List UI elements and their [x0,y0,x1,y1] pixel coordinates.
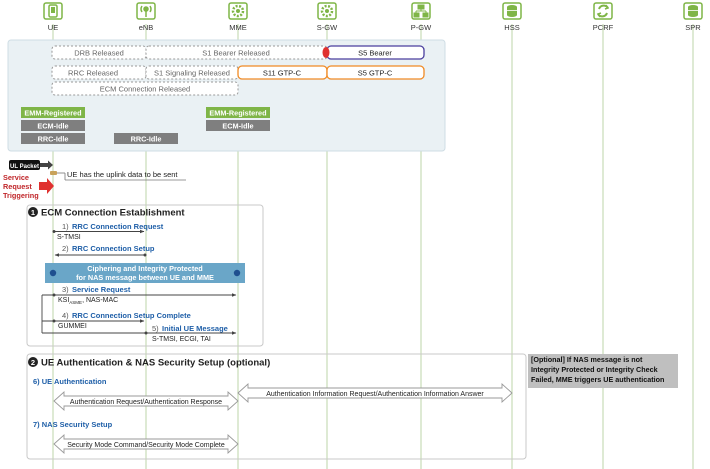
svg-text:eNB: eNB [139,23,154,32]
svg-text:DRB Released: DRB Released [74,49,124,58]
svg-text:2): 2) [62,244,69,253]
trigger-area: UL Packet UE has the uplink data to be s… [3,160,186,200]
svg-text:3): 3) [62,285,69,294]
svg-text:RRC Connection Request: RRC Connection Request [72,222,164,231]
svg-text:Authentication Information Req: Authentication Information Request/Authe… [266,391,484,398]
svg-text:KSIASME, NAS-MAC: KSIASME, NAS-MAC [58,297,118,305]
message-authentication-information: Authentication Information Request/Authe… [237,382,513,404]
svg-text:ECM-Idle: ECM-Idle [222,122,253,131]
svg-text:RRC-Idle: RRC-Idle [38,135,69,144]
database-icon [688,5,698,17]
svg-text:RRC Connection Setup: RRC Connection Setup [72,244,155,253]
entity-sgw: S-GW [317,2,338,32]
entity-hss: HSS [502,2,522,32]
svg-text:EMM-Registered: EMM-Registered [24,109,81,118]
svg-text:Service Request: Service Request [72,285,131,294]
svg-text:S-TMSI, ECGI, TAI: S-TMSI, ECGI, TAI [152,336,211,343]
svg-text:S1 Bearer Released: S1 Bearer Released [202,49,270,58]
svg-text:EMM-Registered: EMM-Registered [209,109,266,118]
svg-text:5): 5) [152,324,159,333]
svg-text:7) NAS Security Setup: 7) NAS Security Setup [33,420,113,429]
svg-text:RRC Connection Setup Complete: RRC Connection Setup Complete [72,311,191,320]
entity-spr: SPR [683,2,703,32]
svg-text:Security Mode Command/Security: Security Mode Command/Security Mode Comp… [67,442,225,449]
svg-text:RRC Released: RRC Released [68,69,118,78]
sequence-diagram: UE eNB MME S-GW P-GW HSS PCRF SPR DRB Re… [3,2,703,469]
svg-text:UE: UE [48,23,58,32]
uplink-data-marker [50,171,57,175]
entity-pcrf: PCRF [593,2,614,32]
entity-pgw: P-GW [411,2,432,32]
entity-mme: MME [228,2,248,32]
packet-arrow-icon [40,160,53,170]
svg-text:HSS: HSS [504,23,519,32]
svg-text:S-GW: S-GW [317,23,338,32]
ciphering-integrity-box: Ciphering and Integrity Protected for NA… [45,263,245,283]
svg-text:ECM Connection Establishment: ECM Connection Establishment [41,208,185,219]
message-service-request: 3) Service Request KSIASME, NAS-MAC [41,285,237,305]
optional-note: [Optional] If NAS message is not Integri… [528,354,678,388]
svg-text:S1 Signaling Released: S1 Signaling Released [154,69,230,78]
svg-text:RRC-Idle: RRC-Idle [131,135,162,144]
svg-text:1: 1 [31,208,35,217]
svg-text:for NAS message between UE and: for NAS message between UE and MME [76,273,214,282]
message-rrc-connection-request: 1) RRC Connection Request S-TMSI [52,222,164,241]
trigger-arrow-icon [39,178,54,194]
svg-text:ECM-Idle: ECM-Idle [37,122,68,131]
svg-text:SPR: SPR [685,23,701,32]
initial-state-panel: DRB Released S1 Bearer Released S5 Beare… [7,39,446,152]
svg-text:S5 Bearer: S5 Bearer [358,49,392,58]
svg-text:Ciphering and Integrity Protec: Ciphering and Integrity Protected [87,264,203,273]
svg-text:6) UE Authentication: 6) UE Authentication [33,377,107,386]
svg-text:GUMMEI: GUMMEI [58,323,87,330]
service-request-triggering-label: Service Request Triggering [3,173,39,200]
section-ecm-connection-establishment: 1 ECM Connection Establishment 1) RRC Co… [26,204,264,347]
bearer-endpoint-marker [322,47,330,58]
svg-text:PCRF: PCRF [593,23,614,32]
svg-text:S11 GTP-C: S11 GTP-C [263,69,302,78]
svg-text:ECM Connection Released: ECM Connection Released [100,85,190,94]
svg-text:Initial UE Message: Initial UE Message [162,324,228,333]
svg-text:UE Authentication & NAS Securi: UE Authentication & NAS Security Setup (… [41,358,270,369]
database-icon [507,5,517,17]
entity-headers: UE eNB MME S-GW P-GW HSS PCRF SPR [43,2,703,32]
svg-text:S5 GTP-C: S5 GTP-C [358,69,393,78]
message-rrc-connection-setup: 2) RRC Connection Setup [54,244,155,257]
section-ue-authentication: 2 UE Authentication & NAS Security Setup… [26,353,527,460]
svg-text:[Optional] If NAS message is n: [Optional] If NAS message is not Integri… [531,355,664,384]
svg-text:UL Packet: UL Packet [10,164,39,170]
svg-text:4): 4) [62,311,69,320]
svg-text:UE has the uplink data to be s: UE has the uplink data to be sent [67,170,178,179]
svg-text:S-TMSI: S-TMSI [57,234,81,241]
svg-text:2: 2 [31,358,35,367]
svg-text:1): 1) [62,222,69,231]
svg-text:MME: MME [229,23,247,32]
svg-text:Authentication Request/Authent: Authentication Request/Authentication Re… [70,399,222,406]
svg-text:P-GW: P-GW [411,23,432,32]
entity-enb: eNB [136,2,156,32]
entity-ue: UE [43,2,63,32]
